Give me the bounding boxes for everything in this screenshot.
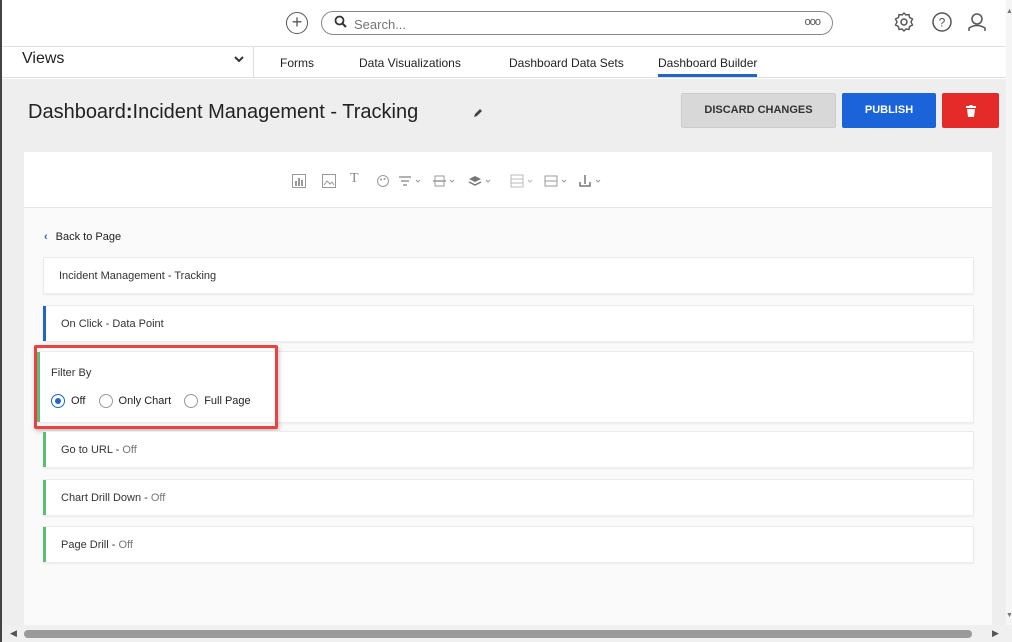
widget-toolbar: T bbox=[24, 152, 992, 208]
on-click-card[interactable]: On Click - Data Point bbox=[43, 305, 974, 342]
chart-drill-label: Chart Drill Down bbox=[61, 492, 142, 504]
scroll-right-icon[interactable]: ▶ bbox=[992, 628, 999, 639]
page-drill-label: Page Drill bbox=[61, 539, 109, 551]
page-name-card[interactable]: Incident Management - Tracking bbox=[43, 257, 974, 294]
on-click-label: On Click bbox=[61, 318, 103, 330]
search-box[interactable]: ooo bbox=[321, 11, 833, 35]
scroll-left-icon[interactable]: ◀ bbox=[10, 628, 17, 639]
go-to-url-value: Off bbox=[122, 444, 137, 456]
plus-circle-icon[interactable]: + bbox=[286, 12, 308, 34]
page-name-label: Incident Management - Tracking bbox=[59, 270, 217, 282]
layout-icon[interactable] bbox=[544, 174, 570, 188]
chevron-down-icon[interactable] bbox=[233, 53, 245, 67]
publish-button[interactable]: PUBLISH bbox=[842, 93, 936, 128]
tab-dashboard-builder[interactable]: Dashboard Builder bbox=[658, 56, 758, 77]
go-to-url-text: Go to URL - Off bbox=[61, 444, 137, 456]
nav-bar: Views Forms Data Visualizations Dashboar… bbox=[2, 46, 1006, 78]
help-icon[interactable]: ? bbox=[931, 11, 955, 35]
align-icon[interactable] bbox=[398, 174, 424, 188]
title-separator: : bbox=[125, 101, 133, 123]
grid-icon[interactable] bbox=[510, 174, 536, 188]
scrollbar-thumb[interactable] bbox=[24, 630, 972, 638]
svg-text:?: ? bbox=[939, 16, 946, 30]
scroll-down-icon[interactable]: ▼ bbox=[1006, 612, 1012, 619]
on-click-text: On Click - Data Point bbox=[61, 318, 164, 330]
back-to-page-link[interactable]: ‹ Back to Page bbox=[44, 231, 121, 243]
card-accent bbox=[43, 306, 46, 341]
user-icon[interactable] bbox=[966, 11, 990, 35]
page-title: Dashboard:Incident Management - Tracking bbox=[28, 101, 418, 124]
page-drill-card[interactable]: Page Drill - Off bbox=[43, 526, 974, 563]
text-icon[interactable]: T bbox=[350, 171, 366, 186]
bar-chart-icon[interactable] bbox=[292, 174, 308, 188]
card-accent bbox=[43, 480, 46, 515]
card-accent bbox=[43, 432, 46, 467]
dashboard-name: Incident Management - Tracking bbox=[132, 101, 419, 123]
chart-drill-down-card[interactable]: Chart Drill Down - Off bbox=[43, 479, 974, 516]
chevron-left-icon: ‹ bbox=[44, 231, 48, 243]
chart-drill-value: Off bbox=[150, 492, 166, 504]
layers-icon[interactable] bbox=[468, 174, 494, 188]
top-bar: + ooo ? bbox=[2, 0, 1006, 46]
page-drill-value: Off bbox=[118, 539, 133, 551]
tab-dashboard-data-sets[interactable]: Dashboard Data Sets bbox=[509, 56, 624, 70]
search-icon bbox=[334, 15, 347, 31]
vertical-scrollbar[interactable]: ▲ ▼ bbox=[1006, 0, 1012, 625]
on-click-value: Data Point bbox=[112, 318, 164, 330]
palette-icon[interactable] bbox=[376, 174, 392, 188]
delete-button[interactable] bbox=[942, 93, 999, 128]
go-to-url-label: Go to URL bbox=[61, 444, 113, 456]
discard-changes-button[interactable]: DISCARD CHANGES bbox=[681, 93, 836, 128]
valign-icon[interactable] bbox=[432, 174, 458, 188]
go-to-url-card[interactable]: Go to URL - Off bbox=[43, 431, 974, 468]
highlight-box bbox=[34, 345, 278, 429]
page-header: Dashboard:Incident Management - Tracking… bbox=[2, 79, 1006, 143]
download-icon[interactable] bbox=[578, 174, 604, 188]
scroll-up-icon[interactable]: ▲ bbox=[1006, 8, 1012, 15]
tab-data-visualizations[interactable]: Data Visualizations bbox=[359, 56, 461, 70]
tab-forms[interactable]: Forms bbox=[280, 56, 314, 70]
horizontal-scrollbar[interactable]: ◀ ▶ bbox=[2, 625, 1012, 642]
image-icon[interactable] bbox=[322, 174, 338, 188]
edit-pencil-icon[interactable] bbox=[472, 107, 484, 122]
chart-drill-text: Chart Drill Down - Off bbox=[61, 492, 166, 504]
page-drill-text: Page Drill - Off bbox=[61, 539, 133, 551]
gear-icon[interactable] bbox=[893, 11, 917, 35]
nav-divider bbox=[253, 47, 254, 78]
views-dropdown[interactable]: Views bbox=[22, 50, 64, 68]
card-accent bbox=[43, 527, 46, 562]
more-options-icon[interactable]: ooo bbox=[805, 16, 821, 28]
trash-icon bbox=[965, 104, 976, 122]
search-input[interactable] bbox=[354, 15, 754, 33]
title-prefix: Dashboard bbox=[28, 101, 126, 123]
app-window: + ooo ? Views Forms Data Visualizations … bbox=[0, 0, 1012, 642]
back-label: Back to Page bbox=[55, 231, 122, 243]
